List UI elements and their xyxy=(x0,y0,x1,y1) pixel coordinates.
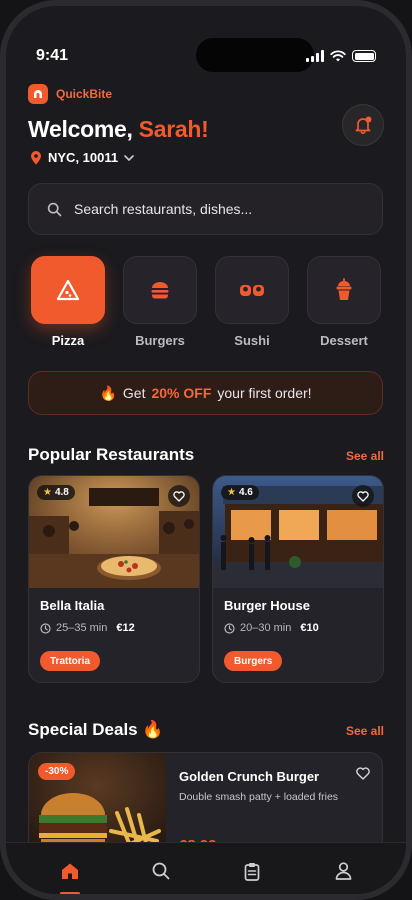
search-icon xyxy=(47,202,62,216)
promo-highlight: 20% OFF xyxy=(151,385,212,401)
category-tile[interactable] xyxy=(123,256,197,324)
promo-suffix: your first order! xyxy=(217,385,312,401)
fire-icon: 🔥 xyxy=(99,384,117,401)
see-all-popular-link[interactable]: See all xyxy=(346,449,384,463)
price: €10 xyxy=(300,622,319,634)
dessert-icon xyxy=(336,278,352,300)
rating-value: 4.6 xyxy=(238,487,253,498)
dynamic-island xyxy=(196,38,314,72)
location-selector[interactable]: NYC, 10011 xyxy=(30,150,134,165)
deal-description: Double smash patty + loaded fries xyxy=(179,791,339,803)
home-icon xyxy=(62,863,78,879)
rating-value: 4.8 xyxy=(54,487,69,498)
deal-name: Golden Crunch Burger xyxy=(179,769,320,784)
wifi-icon xyxy=(330,50,346,62)
search-icon xyxy=(152,862,170,880)
notification-badge xyxy=(365,116,372,123)
fire-icon: 🔥 xyxy=(142,720,164,739)
restaurant-meta: 20–30 min €10 xyxy=(224,622,319,634)
category-label: Sushi xyxy=(234,333,270,348)
burger-icon xyxy=(151,282,169,299)
cuisine-tag: Burgers xyxy=(224,651,283,671)
phone-frame: 9:41 QuickBite Welcome, Sarah! NYC, 1001… xyxy=(0,0,412,900)
brand: QuickBite xyxy=(28,84,112,104)
category-label: Dessert xyxy=(320,333,368,348)
rating-badge: ★ 4.6 xyxy=(221,485,259,500)
location-pin-icon xyxy=(31,150,41,164)
favorite-button[interactable] xyxy=(168,485,190,507)
user-name: Sarah! xyxy=(138,116,209,142)
section-title-popular: Popular Restaurants xyxy=(28,445,195,464)
delivery-time: 25–35 min xyxy=(56,622,108,634)
pizza-icon xyxy=(56,279,80,301)
cuisine-tag: Trattoria xyxy=(40,651,101,671)
user-icon xyxy=(335,862,351,880)
status-bar: 9:41 xyxy=(6,6,406,72)
restaurant-meta: 25–35 min €12 xyxy=(40,622,135,634)
tab-orders[interactable] xyxy=(222,843,282,894)
search-bar[interactable]: Search restaurants, dishes... xyxy=(28,183,383,235)
signal-icon xyxy=(306,50,324,62)
clock-icon xyxy=(224,622,235,634)
restaurant-photo: ★ 4.8 xyxy=(29,476,199,588)
restaurant-name: Burger House xyxy=(224,598,310,613)
discount-badge: -30% xyxy=(38,763,76,780)
restaurant-card[interactable]: ★ 4.8 Bella Italia 25–35 min €12 Trattor… xyxy=(28,475,200,683)
promo-banner[interactable]: 🔥 Get 20% OFF your first order! xyxy=(28,371,383,415)
favorite-button[interactable] xyxy=(352,485,374,507)
category-tile[interactable] xyxy=(215,256,289,324)
category-label: Burgers xyxy=(135,333,185,348)
category-tile[interactable] xyxy=(307,256,381,324)
heart-icon xyxy=(173,490,185,502)
restaurant-name: Bella Italia xyxy=(40,598,105,613)
quickbite-logo-icon xyxy=(28,84,48,104)
category-list: Pizza Burgers Sushi Dessert xyxy=(31,256,381,348)
greeting-text: Welcome, xyxy=(28,116,133,142)
category-dessert[interactable]: Dessert xyxy=(307,256,381,348)
chevron-down-icon xyxy=(124,154,134,161)
bell-icon xyxy=(355,116,372,134)
status-time: 9:41 xyxy=(36,47,69,64)
category-burgers[interactable]: Burgers xyxy=(123,256,197,348)
restaurant-card[interactable]: ★ 4.6 Burger House 20–30 min €10 Burgers xyxy=(212,475,384,683)
heart-icon xyxy=(357,490,369,502)
section-title-deals: Special Deals 🔥 xyxy=(28,720,164,740)
clipboard-icon xyxy=(244,862,260,881)
rating-badge: ★ 4.8 xyxy=(37,485,75,500)
clock-icon xyxy=(40,622,51,634)
promo-prefix: Get xyxy=(122,385,146,401)
brand-name: QuickBite xyxy=(56,87,113,101)
bottom-tab-bar xyxy=(6,842,406,894)
search-input[interactable]: Search restaurants, dishes... xyxy=(74,201,252,217)
tab-search[interactable] xyxy=(131,843,191,894)
welcome-heading: Welcome, Sarah! xyxy=(28,116,209,143)
see-all-deals-link[interactable]: See all xyxy=(346,724,384,738)
category-pizza[interactable]: Pizza xyxy=(31,256,105,348)
category-sushi[interactable]: Sushi xyxy=(215,256,289,348)
tab-profile[interactable] xyxy=(313,843,373,894)
category-tile[interactable] xyxy=(31,256,105,324)
star-icon: ★ xyxy=(43,487,52,498)
battery-icon xyxy=(352,50,376,62)
star-icon: ★ xyxy=(227,487,236,498)
heart-icon[interactable] xyxy=(356,767,370,780)
status-icons xyxy=(306,50,376,62)
location-text: NYC, 10011 xyxy=(48,150,119,165)
price: €12 xyxy=(116,622,135,634)
category-label: Pizza xyxy=(51,333,85,348)
sushi-icon xyxy=(240,285,264,296)
notifications-button[interactable] xyxy=(342,104,384,146)
restaurant-photo: ★ 4.6 xyxy=(213,476,383,588)
delivery-time: 20–30 min xyxy=(240,622,292,634)
deals-title-text: Special Deals xyxy=(28,720,138,739)
tab-home[interactable] xyxy=(40,843,100,894)
